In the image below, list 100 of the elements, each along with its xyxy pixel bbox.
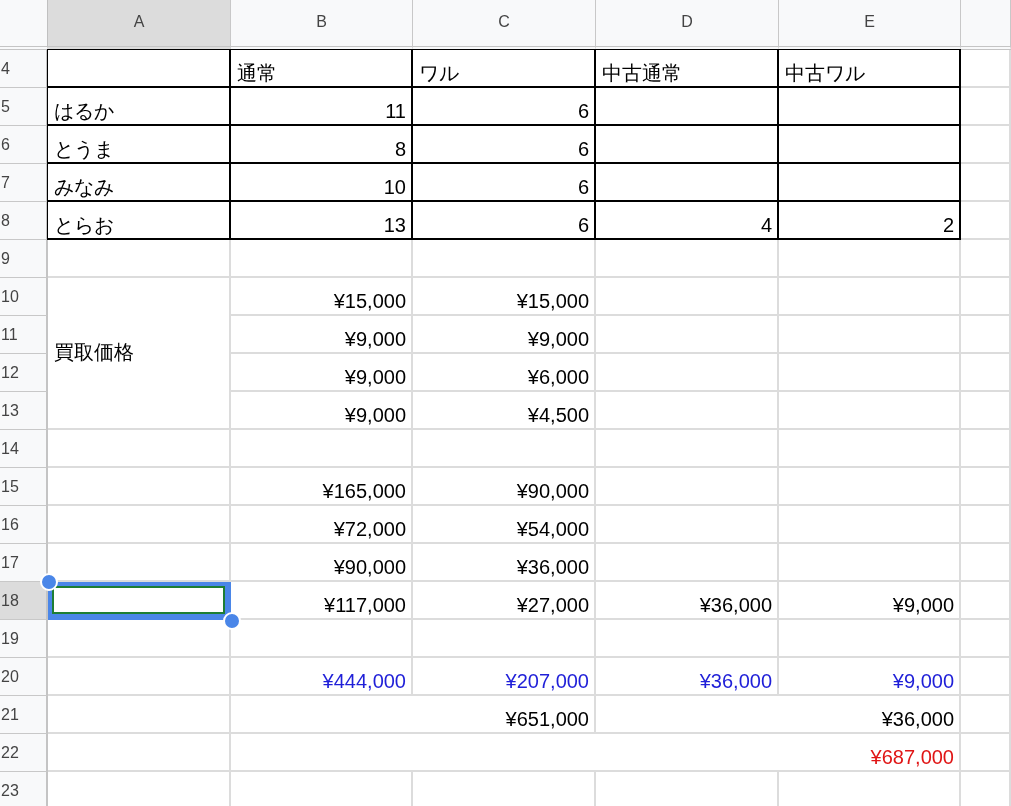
table-cell[interactable]: ¥27,000 [413,582,596,620]
table-cell[interactable]: ¥72,000 [231,506,413,544]
table-cell[interactable]: ¥15,000 [231,278,413,316]
cell-text: ¥15,000 [516,291,589,311]
row-header[interactable]: 13 [0,392,48,430]
table-cell[interactable]: 6 [412,125,596,164]
row-header[interactable]: 22 [0,734,48,772]
table-cell[interactable]: ¥4,500 [413,392,596,430]
table-cell[interactable]: ¥54,000 [413,506,596,544]
row-header[interactable]: 8 [0,202,48,240]
table-cell[interactable]: ¥36,000 [413,544,596,582]
table-cell[interactable]: ¥9,000 [779,658,961,696]
row-header[interactable]: 11 [0,316,48,354]
row-header[interactable]: 7 [0,164,48,202]
cell-text: ワル [419,63,459,83]
cell-text: ¥15,000 [333,291,406,311]
table-cell[interactable] [47,49,231,88]
cell-text: 13 [383,215,406,235]
row-header[interactable]: 15 [0,468,48,506]
cell-text: 通常 [237,63,277,83]
table-cell[interactable]: ¥90,000 [413,468,596,506]
cell-text: ¥9,000 [892,595,954,615]
table-cell[interactable]: 13 [230,201,413,240]
table-cell[interactable]: 中古ワル [778,49,961,88]
table-cell[interactable] [595,163,779,202]
table-cell[interactable]: ¥165,000 [231,468,413,506]
column-header[interactable]: A [48,0,231,50]
table-cell[interactable] [595,125,779,164]
table-cell[interactable]: 10 [230,163,413,202]
table-cell[interactable] [778,87,961,126]
column-header[interactable]: B [231,0,413,50]
cell-text: とらお [54,215,114,235]
table-cell[interactable]: ¥9,000 [231,354,413,392]
row-header[interactable]: 14 [0,430,48,468]
column-header[interactable] [961,0,1011,50]
cell-text: ¥9,000 [344,405,406,425]
table-cell[interactable]: ¥444,000 [231,658,413,696]
table-cell[interactable]: 6 [412,87,596,126]
table-cell[interactable]: 通常 [230,49,413,88]
row-header[interactable]: 17 [0,544,48,582]
cell-text: 4 [760,215,772,235]
cell-text: 11 [385,101,406,121]
cell-text: 10 [383,177,406,197]
table-cell[interactable]: 4 [595,201,779,240]
cell-text: 6 [577,215,589,235]
row-header[interactable]: 9 [0,240,48,278]
table-cell[interactable]: 2 [778,201,961,240]
row-header[interactable]: 23 [0,772,48,806]
table-cell[interactable] [595,87,779,126]
table-cell[interactable] [778,163,961,202]
selection-handle[interactable] [223,612,241,630]
table-cell[interactable]: 8 [230,125,413,164]
table-cell[interactable]: ¥36,000 [596,582,779,620]
cell-text: ¥651,000 [505,709,589,729]
cell-text: ¥9,000 [892,671,954,691]
row-header[interactable]: 5 [0,88,48,126]
table-cell[interactable]: ¥6,000 [413,354,596,392]
row-header[interactable]: 20 [0,658,48,696]
table-cell[interactable]: とうま [47,125,231,164]
cell-text: ¥36,000 [881,709,954,729]
table-cell[interactable]: はるか [47,87,231,126]
row-header[interactable]: 10 [0,278,48,316]
table-cell[interactable]: ワル [412,49,596,88]
cell-text: ¥9,000 [344,329,406,349]
table-cell[interactable]: ¥36,000 [596,658,779,696]
row-header[interactable]: 18 [0,582,48,620]
row-header[interactable]: 16 [0,506,48,544]
column-header[interactable]: C [413,0,596,50]
table-cell[interactable]: 6 [412,163,596,202]
table-cell[interactable]: みなみ [47,163,231,202]
table-cell[interactable]: ¥9,000 [413,316,596,354]
table-cell[interactable]: ¥9,000 [231,316,413,354]
column-header[interactable]: E [779,0,961,50]
table-cell[interactable]: 6 [412,201,596,240]
row-header[interactable]: 12 [0,354,48,392]
cell-text: ¥90,000 [516,481,589,501]
cell-text: ¥36,000 [516,557,589,577]
selection-handle[interactable] [40,573,58,591]
table-cell[interactable]: ¥36,000 [596,696,961,734]
table-cell[interactable]: ¥651,000 [231,696,596,734]
table-cell[interactable]: ¥207,000 [413,658,596,696]
row-header[interactable]: 4 [0,50,48,88]
table-cell[interactable]: 11 [230,87,413,126]
table-cell[interactable]: ¥9,000 [231,392,413,430]
table-cell[interactable]: とらお [47,201,231,240]
table-cell[interactable] [778,125,961,164]
table-cell[interactable]: ¥15,000 [413,278,596,316]
row-header[interactable]: 19 [0,620,48,658]
table-cell[interactable]: 中古通常 [595,49,779,88]
table-cell[interactable] [48,582,231,620]
table-cell[interactable]: ¥117,000 [231,582,413,620]
cell-text: 6 [577,101,589,121]
row-header[interactable]: 21 [0,696,48,734]
cell-text: ¥36,000 [699,671,772,691]
table-cell[interactable]: ¥90,000 [231,544,413,582]
table-cell[interactable]: ¥9,000 [779,582,961,620]
corner-cell[interactable] [0,0,48,50]
table-cell[interactable]: ¥687,000 [231,734,961,772]
row-header[interactable]: 6 [0,126,48,164]
column-header[interactable]: D [596,0,779,50]
